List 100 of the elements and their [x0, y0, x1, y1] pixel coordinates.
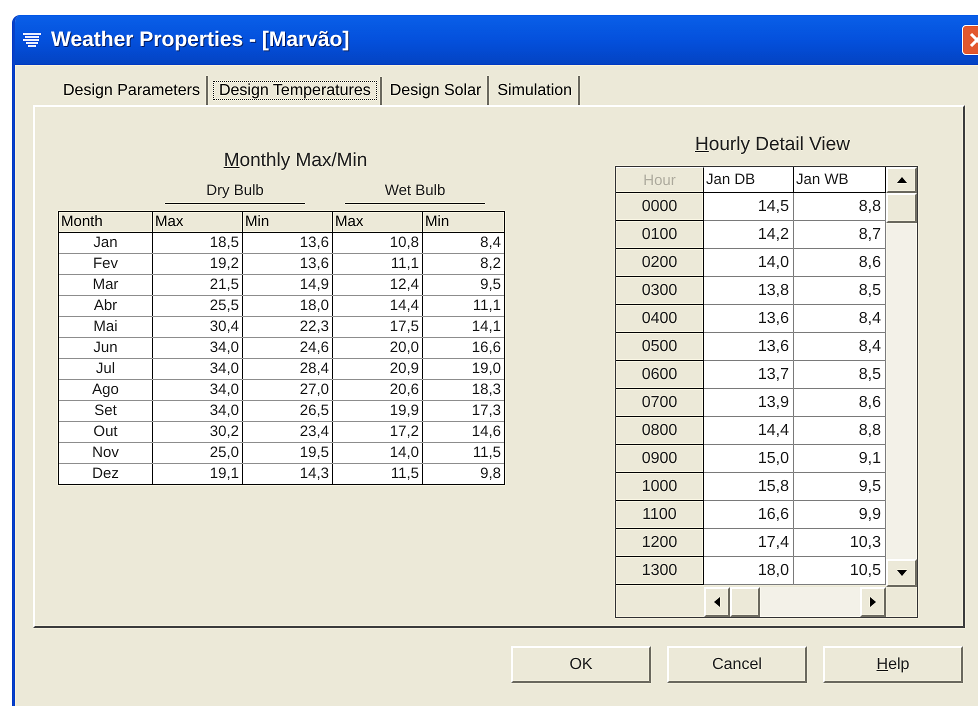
table-cell-text: Fev	[92, 254, 119, 274]
table-cell: 17,5	[332, 317, 422, 337]
table-cell: 18,5	[152, 233, 242, 253]
column-header: Max	[152, 212, 242, 232]
table-cell: 24,6	[242, 338, 332, 358]
column-header: Max	[332, 212, 422, 232]
scroll-thumb[interactable]	[886, 192, 917, 222]
table-cell: 14,3	[242, 464, 332, 484]
table-cell: 19,2	[152, 254, 242, 274]
table-cell: 18,3	[422, 380, 504, 400]
right-arrow-icon	[870, 596, 876, 606]
table-cell: 10,8	[332, 233, 422, 253]
table-cell: 19,5	[242, 443, 332, 463]
table-cell: 14,5	[704, 192, 794, 220]
table-cell-text: Jan	[92, 233, 119, 253]
scroll-left-button[interactable]	[704, 586, 730, 616]
table-cell: 19,1	[152, 464, 242, 484]
table-cell: 18,0	[704, 556, 794, 584]
table-cell: 18,0	[242, 296, 332, 316]
table-cell: 13,6	[242, 233, 332, 253]
dialog-button[interactable]: Cancel	[667, 646, 807, 683]
table-cell: 19,0	[422, 359, 504, 379]
table-cell: 22,3	[242, 317, 332, 337]
group-heading: Dry Bulb	[165, 180, 305, 204]
table-cell-text: Nov	[91, 443, 120, 463]
table-cell: 17,3	[422, 401, 504, 421]
table-cell: 25,5	[152, 296, 242, 316]
vertical-scrollbar[interactable]	[886, 166, 917, 586]
table-cell: 13,6	[704, 332, 794, 360]
table-cell-text: Out	[92, 422, 119, 442]
table-cell-text: Mar	[92, 275, 120, 295]
table-cell: 8,5	[794, 276, 886, 304]
table-cell: 16,6	[704, 500, 794, 528]
scroll-thumb[interactable]	[730, 586, 760, 616]
table-cell-text: Jul	[94, 359, 116, 379]
table-cell: 14,1	[422, 317, 504, 337]
table-cell: 14,4	[704, 416, 794, 444]
weather-icon	[21, 31, 43, 49]
table-cell: 14,0	[332, 443, 422, 463]
table-cell: 14,6	[422, 422, 504, 442]
table-cell: 34,0	[152, 380, 242, 400]
table-cell: 8,8	[794, 192, 886, 220]
table-cell: 8,6	[794, 388, 886, 416]
left-arrow-icon	[714, 596, 720, 606]
table-cell: 30,4	[152, 317, 242, 337]
section-title: Monthly Max/Min	[224, 149, 368, 173]
table-cell: 26,5	[242, 401, 332, 421]
table-cell: 11,5	[332, 464, 422, 484]
tab[interactable]: Design Parameters	[57, 76, 208, 106]
up-arrow-icon	[896, 176, 906, 182]
table-cell-text: Dez	[91, 464, 120, 484]
group-heading: Wet Bulb	[345, 180, 485, 204]
table-cell-text: Jun	[92, 338, 119, 358]
table-cell: 19,9	[332, 401, 422, 421]
table-cell-text: Abr	[92, 296, 118, 316]
table-cell: 10,3	[794, 528, 886, 556]
table-cell: 13,7	[704, 360, 794, 388]
table-cell: 14,0	[704, 248, 794, 276]
table-cell: 13,6	[242, 254, 332, 274]
table-cell: 13,8	[704, 276, 794, 304]
table-cell: 8,4	[794, 332, 886, 360]
table-cell: 25,0	[152, 443, 242, 463]
table-cell: 20,6	[332, 380, 422, 400]
tab[interactable]: Simulation	[491, 76, 580, 106]
table-cell: 20,9	[332, 359, 422, 379]
column-header: Jan WB	[794, 166, 886, 192]
horizontal-scrollbar[interactable]	[704, 586, 886, 616]
table-cell: 17,4	[704, 528, 794, 556]
table-cell: 34,0	[152, 401, 242, 421]
table-cell: 8,8	[794, 416, 886, 444]
table-cell: 28,4	[242, 359, 332, 379]
table-cell: 8,4	[794, 304, 886, 332]
table-cell: 13,6	[704, 304, 794, 332]
scroll-right-button[interactable]	[860, 586, 886, 616]
tab[interactable]: Design Solar	[384, 76, 490, 106]
dialog-button[interactable]: Help	[823, 646, 963, 683]
dialog-button[interactable]: OK	[511, 646, 651, 683]
table-cell: 13,9	[704, 388, 794, 416]
table-cell-text: Ago	[91, 380, 120, 400]
table-cell: 16,6	[422, 338, 504, 358]
table-cell: 27,0	[242, 380, 332, 400]
table-cell: 8,4	[422, 233, 504, 253]
table-cell: 8,2	[422, 254, 504, 274]
table-cell: 8,6	[794, 248, 886, 276]
table-cell: 23,4	[242, 422, 332, 442]
window-title: Weather Properties - [Marvão]	[51, 27, 350, 54]
table-cell: 11,5	[422, 443, 504, 463]
table-cell: 21,5	[152, 275, 242, 295]
scroll-up-button[interactable]	[886, 166, 917, 192]
table-cell: 9,1	[794, 444, 886, 472]
table-cell: 14,9	[242, 275, 332, 295]
table-cell: 9,5	[422, 275, 504, 295]
scroll-down-button[interactable]	[886, 558, 917, 586]
column-header: Min	[422, 212, 504, 232]
table-cell: 20,0	[332, 338, 422, 358]
table-cell: 10,5	[794, 556, 886, 584]
table-cell: 14,2	[704, 220, 794, 248]
column-header: Min	[242, 212, 332, 232]
table-cell: 15,8	[704, 472, 794, 500]
table-cell: 14,4	[332, 296, 422, 316]
